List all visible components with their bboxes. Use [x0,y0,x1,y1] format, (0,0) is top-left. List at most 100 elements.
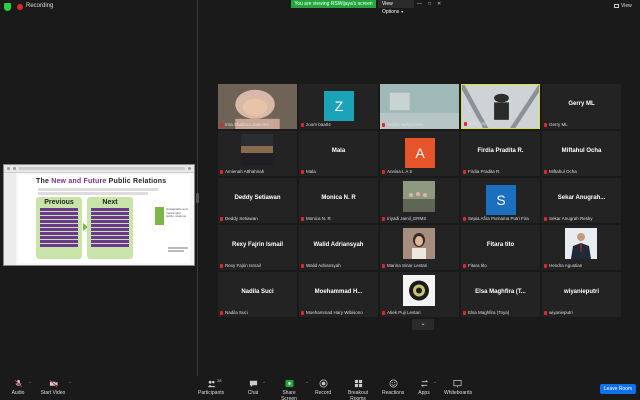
participant-display-name: Elsa Maghfira (T... [475,289,526,295]
participant-tile[interactable]: Walid Adriansyah Walid Adriansyah [299,225,378,270]
view-button[interactable]: View [614,3,632,9]
participant-tile[interactable]: Mala Mala [299,131,378,176]
participants-count: 28 [217,378,222,383]
participant-tile[interactable]: Amienah Atthahirah [218,131,297,176]
participant-tile[interactable]: Zzoom baa04 [299,84,378,129]
microphone-muted-icon [463,169,466,174]
chat-button[interactable]: Chat ^ [246,379,265,396]
green-arrow-box [155,207,164,225]
participant-tile[interactable]: Miftahul Ocha Miftahul Ocha [542,131,621,176]
microphone-muted-icon [382,122,385,127]
breakout-rooms-button[interactable]: Breakout Rooms [340,379,376,400]
reactions-button[interactable]: Reactions [382,379,404,396]
scroll-down-button[interactable]: ⌄ [412,319,434,330]
chat-label: Chat [247,390,259,396]
chevron-down-icon: ▾ [401,9,404,14]
participant-tile[interactable]: S Sepia Afira Purnama Putri Fira [461,178,540,223]
participant-tile[interactable]: Elsa Maghfira (T... Elsa Maghfira (Toya) [461,272,540,317]
address-bar [19,167,185,170]
participant-name: Fitara tito [468,263,487,268]
side-text: Sustainable and meaningful public relati… [166,207,188,218]
share-screen-button[interactable]: Share Screen ^ [275,379,308,400]
participant-tile[interactable]: Monica N. R Monica N. R [299,178,378,223]
participant-tile[interactable]: RSWijaya [461,84,540,129]
microphone-muted-icon [14,379,22,388]
participant-tile[interactable]: Rexy Fajrin Ismail Rexy Fajrin Ismail [218,225,297,270]
participant-name: Moehammad Hary Wibisono [306,310,363,315]
caret-up-icon[interactable]: ^ [306,380,308,385]
participant-tile[interactable]: Nadila Suci Nadila Suci [218,272,297,317]
participant-tile[interactable]: Septia wahyu klas [380,84,459,129]
audio-button[interactable]: Audio ^ [10,379,31,396]
participant-display-name: Sekar Anugrah... [557,195,606,201]
start-video-button[interactable]: Start Video ^ [40,379,71,396]
participant-name-label: Gerry ML [544,122,568,127]
participant-name-label: Amienah Atthahirah [220,169,264,174]
participant-name: Firdia Pradita R. [468,169,501,174]
leave-room-button[interactable]: Leave Room [600,384,636,394]
participant-name-label: RSWijaya [464,121,489,126]
participant-display-name: Gerry ML [568,101,595,107]
view-options-label: View Options [382,1,400,15]
microphone-muted-icon [544,122,547,127]
whiteboards-button[interactable]: Whiteboards [444,379,473,396]
participant-display-name: Firdia Pradita R. [477,148,524,154]
whiteboards-label: Whiteboards [444,390,473,396]
microphone-muted-icon [382,263,385,268]
participant-name-label: Iriyadi Jamil_ERMS [382,216,426,221]
recording-icon [17,4,23,10]
microphone-muted-icon [382,216,385,221]
participant-name: Iriyadi Jamil_ERMS [387,216,427,221]
participant-name: Miftahul Ocha [549,169,577,174]
start-video-label: Start Video [40,390,66,396]
next-label: Next [102,199,118,206]
participant-tile[interactable]: A Annisa L A S [380,131,459,176]
reactions-icon [389,379,397,388]
participant-tile[interactable]: Firdia Pradita R. Firdia Pradita R. [461,131,540,176]
participant-display-name: wiyanieputri [563,289,599,295]
record-label: Record [315,390,332,396]
close-icon[interactable]: ✕ [437,1,441,7]
microphone-muted-icon [220,310,223,315]
participant-tile[interactable]: Deddy Setiawan Deddy Setiawan [218,178,297,223]
participant-name-label: Annisa L A S [382,169,412,174]
participant-tile[interactable]: Hendra Agustian [542,225,621,270]
participant-tile[interactable]: Iriyadi Jamil_ERMS [380,178,459,223]
caret-up-icon[interactable]: ^ [434,380,436,385]
microphone-muted-icon [301,122,304,127]
shield-icon[interactable] [4,3,11,11]
apps-label: Apps [418,390,430,396]
view-options-button[interactable]: View Options ▾ [378,0,414,15]
participant-tile[interactable]: Fitara tito Fitara tito [461,225,540,270]
caret-up-icon[interactable]: ^ [263,380,265,385]
participant-display-name: Nadila Suci [241,289,274,295]
microphone-muted-icon [464,121,467,126]
restore-icon[interactable]: □ [428,1,431,7]
split-handle[interactable] [196,193,199,203]
caret-up-icon[interactable]: ^ [29,380,31,385]
previous-column: Previous [36,197,82,259]
participant-tile[interactable]: Sekar Anugrah... Sekar Anugrah Resky [542,178,621,223]
participant-name-label: Elsa Maghfira (Toya) [463,310,509,315]
participant-tile[interactable]: wiyanieputri wiyanieputri [542,272,621,317]
video-off-icon [49,379,58,388]
microphone-muted-icon [301,310,304,315]
caret-up-icon[interactable]: ^ [69,380,71,385]
record-icon [319,379,327,388]
participant-tile[interactable]: Irna Shafana Jasmine [218,84,297,129]
microphone-muted-icon [544,310,547,315]
record-button[interactable]: Record [315,379,331,396]
participant-tile[interactable]: Gerry ML Gerry ML [542,84,621,129]
participant-tile[interactable]: Marina Sinar Lestari [380,225,459,270]
minimize-icon[interactable]: — [417,1,422,7]
slide-body: The New and Future Public Relations Prev… [4,173,194,265]
microphone-muted-icon [544,263,547,268]
participant-display-name: Mala [331,148,346,154]
apps-button[interactable]: Apps ^ [417,379,436,396]
microphone-muted-icon [463,216,466,221]
microphone-muted-icon [382,310,385,315]
slide-thumbnails [4,173,16,265]
participant-tile[interactable]: Moehammad H... Moehammad Hary Wibisono [299,272,378,317]
participant-tile[interactable]: Atiek Puji Lestari [380,272,459,317]
participants-button[interactable]: Participants 28 [198,378,224,396]
